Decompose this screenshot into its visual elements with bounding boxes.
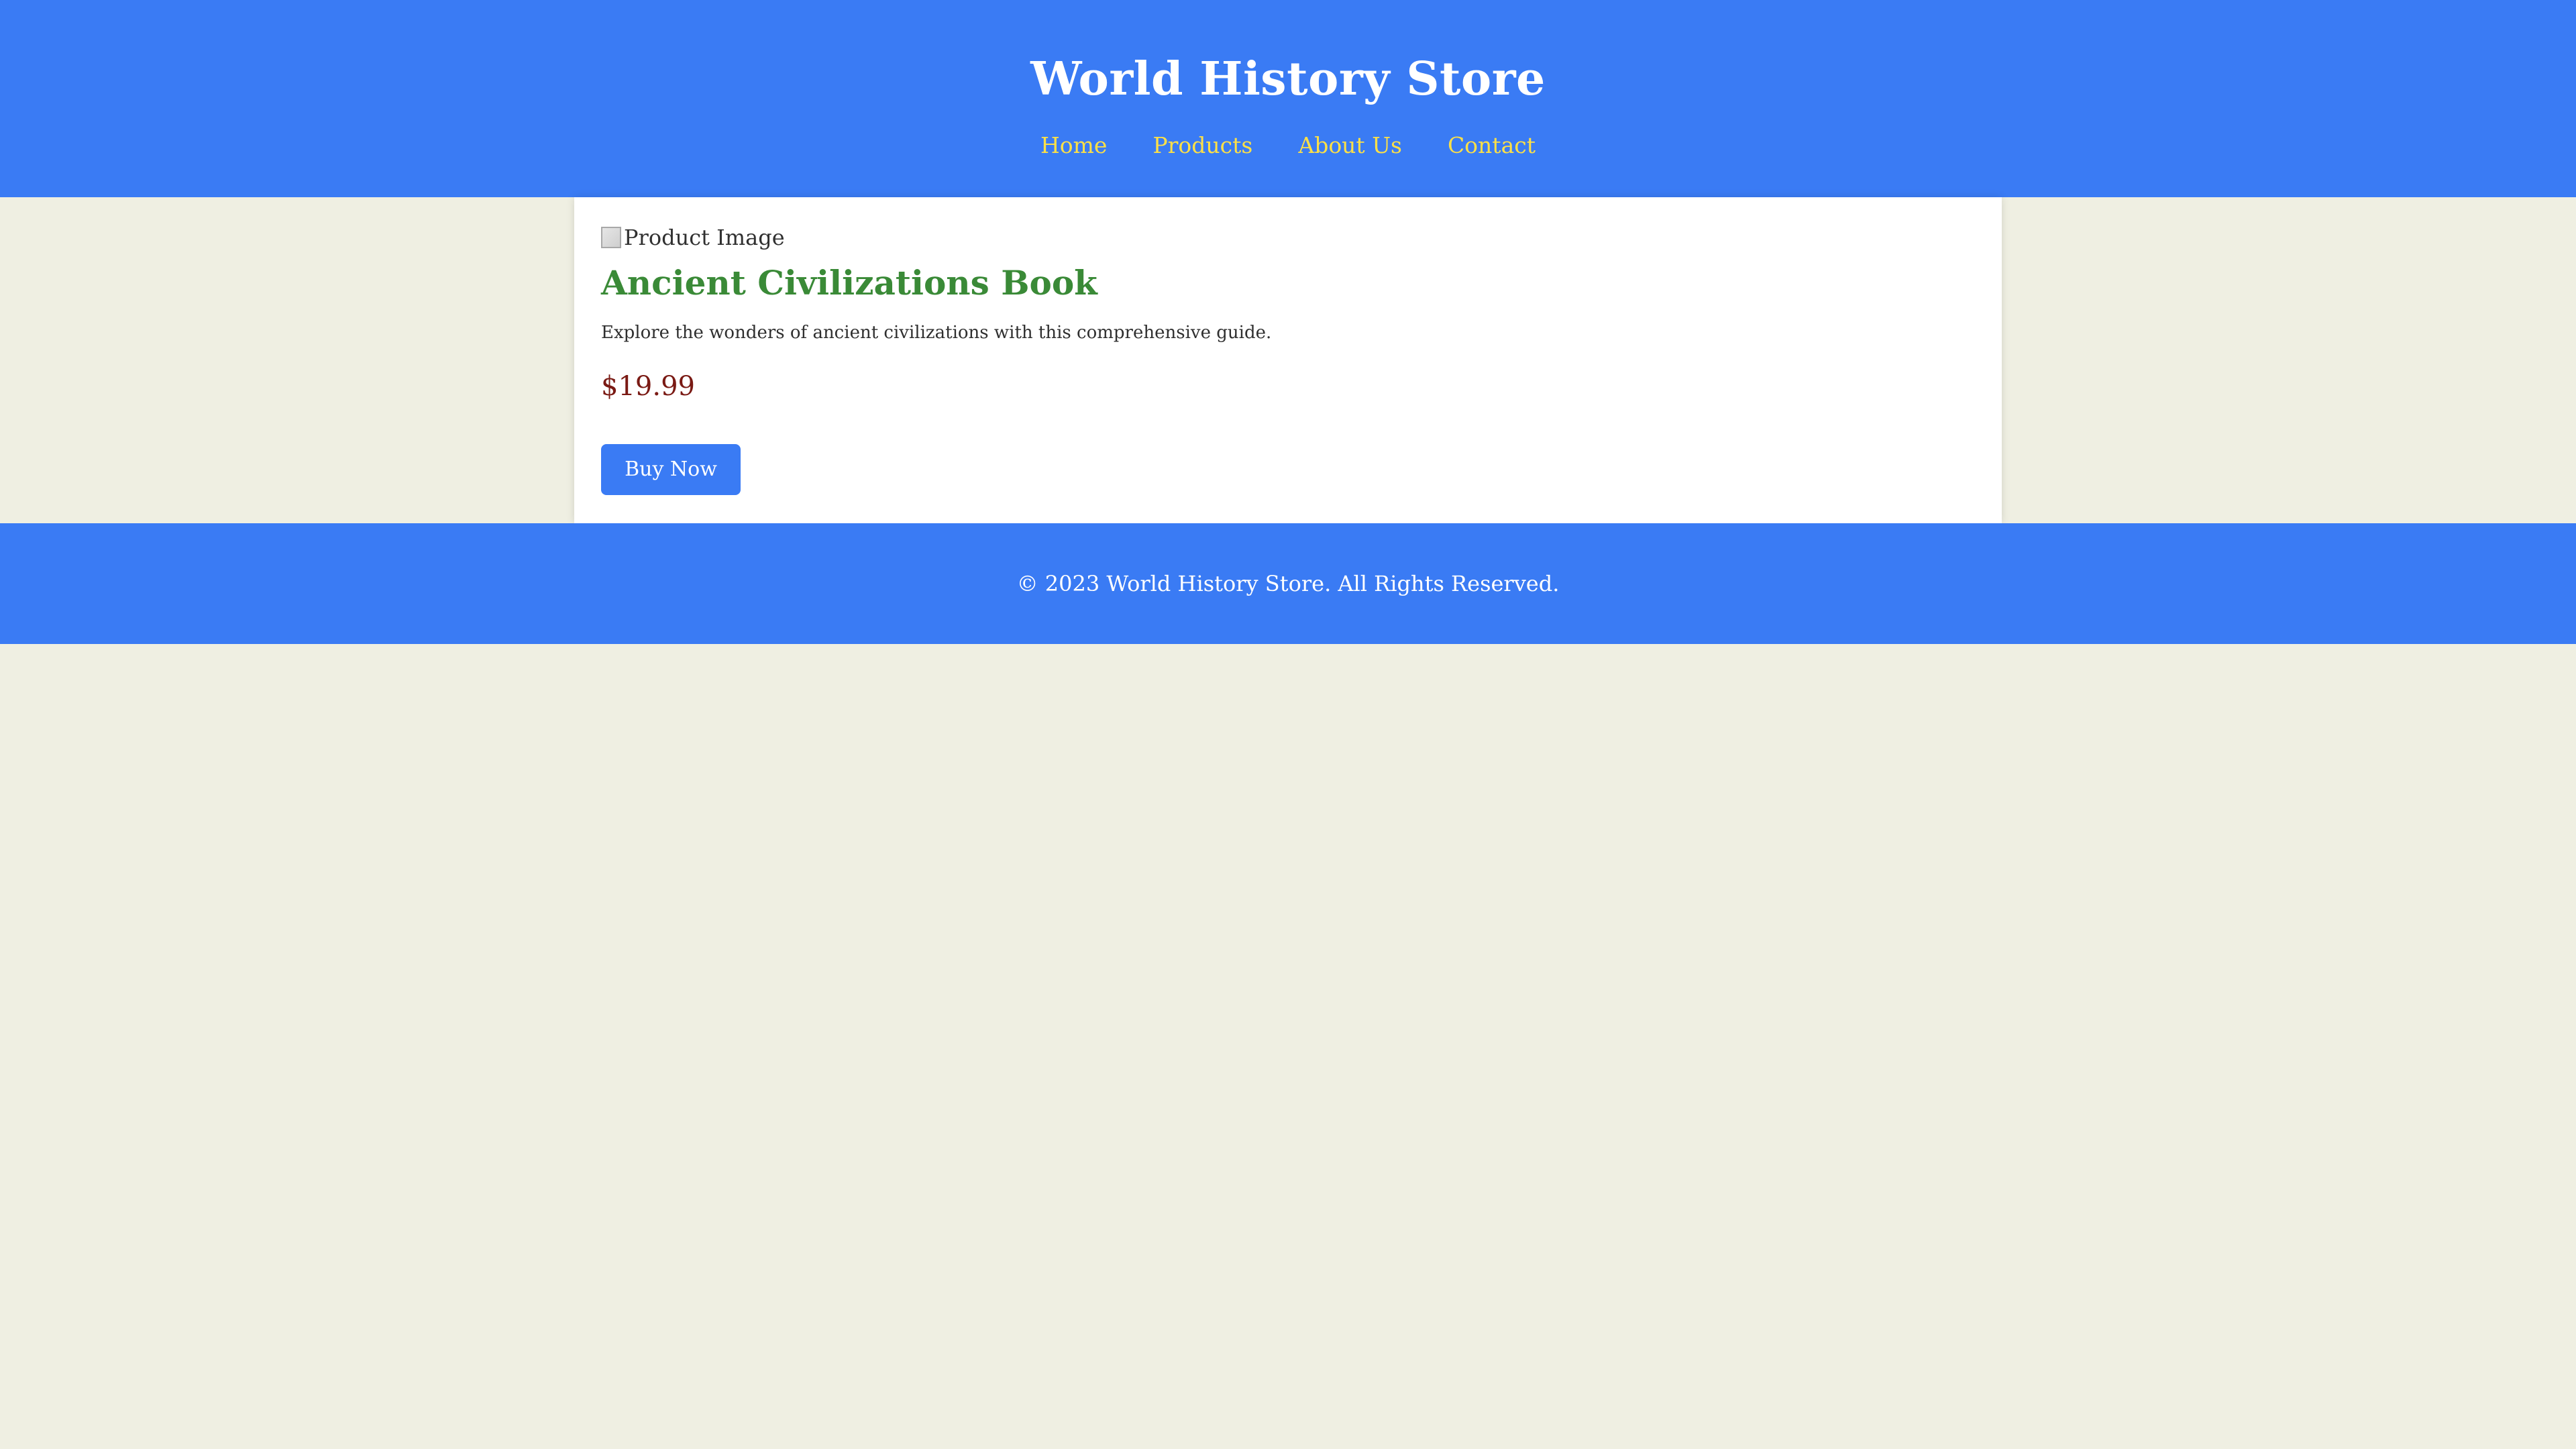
product-description: Explore the wonders of ancient civilizat… [601, 323, 1272, 343]
buy-now-button[interactable]: Buy Now [601, 444, 741, 495]
broken-image-icon [601, 227, 621, 248]
site-footer: © 2023 World History Store. All Rights R… [0, 523, 2576, 644]
footer-copyright: © 2023 World History Store. All Rights R… [1016, 571, 1560, 596]
product-price: $19.99 [601, 371, 695, 402]
product-image-alt-text: Product Image [624, 225, 785, 250]
product-image: Product Image [601, 223, 785, 252]
main-nav: Home Products About Us Contact [0, 129, 2576, 162]
nav-link-contact[interactable]: Contact [1448, 129, 1536, 162]
product-title: Ancient Civilizations Book [601, 263, 1097, 303]
nav-link-products[interactable]: Products [1152, 129, 1252, 162]
nav-link-about-us[interactable]: About Us [1298, 129, 1402, 162]
site-title: World History Store [1030, 52, 1546, 106]
product-card: Product Image Ancient Civilizations Book… [574, 197, 2002, 523]
site-header: World History Store Home Products About … [0, 0, 2576, 197]
nav-link-home[interactable]: Home [1040, 129, 1107, 162]
